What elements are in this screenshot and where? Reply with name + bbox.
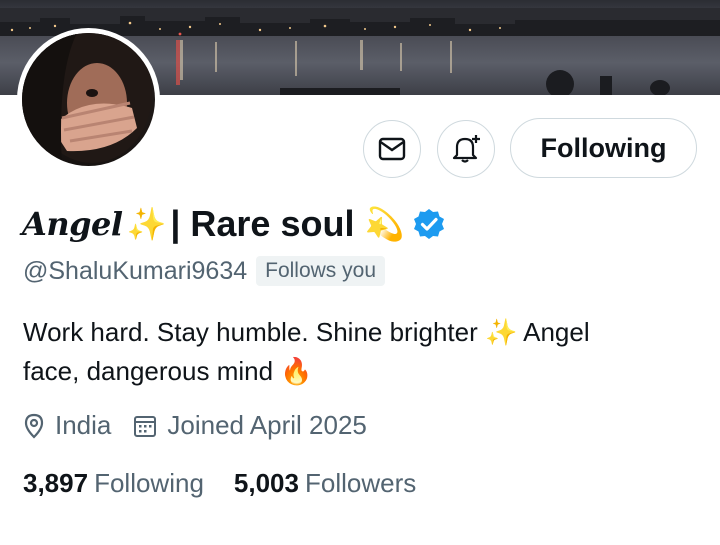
location-text: India	[55, 410, 112, 440]
follows-you-badge: Follows you	[256, 256, 386, 286]
joined-item: Joined April 2025	[133, 410, 367, 441]
user-handle: @ShaluKumari9634	[23, 256, 248, 285]
followers-stat[interactable]: 5,003 Followers	[234, 468, 416, 499]
location-item: India	[23, 410, 111, 441]
profile-meta: India Joined April 2025	[23, 410, 389, 441]
display-name-text: | Rare soul	[170, 203, 355, 244]
profile-avatar[interactable]	[17, 28, 160, 171]
verified-badge-icon[interactable]	[412, 207, 446, 241]
display-name: Angel ✨ | Rare soul 💫	[22, 196, 446, 252]
display-name-script: Angel	[22, 205, 123, 243]
notifications-button[interactable]	[437, 120, 495, 178]
message-button[interactable]	[363, 120, 421, 178]
following-label: Following	[94, 468, 204, 498]
following-stat[interactable]: 3,897 Following	[23, 468, 204, 499]
handle-row: @ShaluKumari9634 Follows you	[23, 256, 386, 286]
bell-plus-icon	[452, 135, 480, 163]
avatar-photo	[22, 33, 155, 166]
following-count: 3,897	[23, 468, 89, 498]
dizzy-emoji: 💫	[364, 205, 405, 243]
joined-text: Joined April 2025	[167, 410, 367, 440]
profile-stats: 3,897 Following 5,003 Followers	[23, 468, 446, 499]
followers-label: Followers	[304, 468, 417, 498]
following-button[interactable]: Following	[510, 118, 697, 178]
calendar-icon	[134, 415, 157, 437]
envelope-icon	[378, 137, 406, 161]
location-pin-icon	[24, 413, 44, 439]
profile-bio: Work hard. Stay humble. Shine brighter ✨…	[23, 313, 693, 391]
bio-line-2: face, dangerous mind 🔥	[23, 356, 313, 386]
followers-count: 5,003	[233, 468, 299, 498]
sparkles-emoji: ✨	[126, 205, 167, 243]
bio-line-1: Work hard. Stay humble. Shine brighter ✨…	[23, 317, 590, 347]
